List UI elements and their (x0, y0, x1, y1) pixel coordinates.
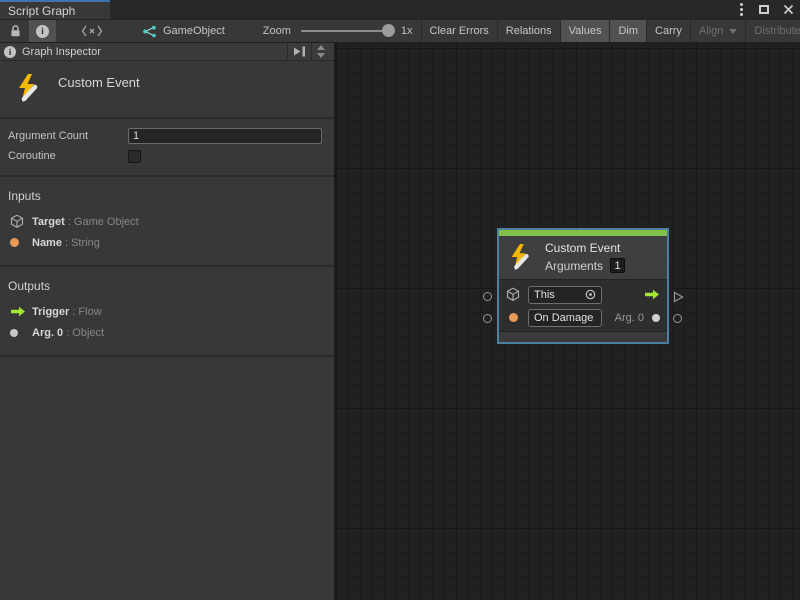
dropdown-caret-icon (729, 29, 737, 34)
zoom-label: Zoom (263, 25, 291, 37)
node-footer (499, 331, 667, 342)
carry-button[interactable]: Carry (646, 20, 690, 42)
inspector-empty-area (0, 357, 334, 600)
close-icon[interactable] (781, 0, 796, 19)
node-body: This On Damage Arg. 0 (499, 279, 667, 331)
output-row-arg0: Arg. 0 : Object (0, 322, 334, 343)
scroll-down-icon[interactable] (317, 53, 325, 58)
graph-inspector-header: i Graph Inspector (0, 43, 334, 61)
relations-button[interactable]: Relations (497, 20, 560, 42)
gameobject-label: GameObject (163, 25, 225, 37)
flow-arrow-icon (10, 306, 32, 317)
node-row-name: On Damage Arg. 0 (499, 306, 667, 329)
graph-inspector-title: Graph Inspector (22, 46, 287, 58)
input-row-name: Name : String (0, 232, 334, 253)
gameobject-graph-icon (142, 25, 157, 38)
custom-event-icon (507, 243, 533, 271)
gameobject-reference[interactable]: GameObject (132, 20, 235, 42)
scroll-up-icon[interactable] (317, 45, 325, 50)
coroutine-checkbox[interactable] (128, 150, 141, 163)
script-graph-window: Script Graph i GameObject (0, 0, 800, 600)
outputs-title: Outputs (0, 275, 334, 301)
graph-canvas[interactable]: Custom Event Arguments 1 This (336, 43, 800, 600)
gameobject-cube-icon (506, 287, 520, 302)
align-button: Align (690, 20, 745, 42)
info-toggle-icon[interactable]: i (29, 20, 56, 42)
code-view-icon[interactable] (74, 20, 110, 42)
inputs-section: Inputs Target : Game Object Name : Strin… (0, 177, 334, 267)
dock-panel-icon[interactable] (287, 43, 311, 60)
input-row-target: Target : Game Object (0, 211, 334, 232)
unit-header: Custom Event (0, 61, 334, 119)
window-menu-icon[interactable] (736, 0, 747, 19)
graph-inspector-panel: i Graph Inspector Custom Event (0, 43, 336, 600)
external-output-port[interactable] (673, 314, 682, 323)
string-port-dot (10, 238, 32, 247)
custom-event-node[interactable]: Custom Event Arguments 1 This (497, 228, 669, 344)
string-port-dot[interactable] (509, 313, 518, 322)
output-row-trigger: Trigger : Flow (0, 301, 334, 322)
arg0-port-dot[interactable] (652, 314, 660, 322)
gameobject-cube-icon (10, 214, 32, 229)
external-flow-port[interactable] (673, 291, 684, 303)
graph-toolbar: i GameObject Zoom 1x Clear Errors Relati… (0, 19, 800, 43)
external-input-port-bottom[interactable] (483, 314, 492, 323)
coroutine-label: Coroutine (8, 150, 128, 162)
node-title: Custom Event (545, 241, 625, 256)
argument-count-field[interactable]: 1 (128, 128, 322, 144)
custom-event-icon (14, 73, 42, 103)
tab-bar: Script Graph (0, 0, 800, 19)
zoom-value: 1x (401, 25, 413, 37)
values-button[interactable]: Values (560, 20, 610, 42)
lock-icon[interactable] (2, 20, 29, 42)
trigger-flow-port[interactable] (644, 289, 660, 300)
dim-button[interactable]: Dim (609, 20, 646, 42)
inputs-title: Inputs (0, 185, 334, 211)
maximize-icon[interactable] (757, 0, 771, 19)
distribute-button: Distribute (745, 20, 800, 42)
zoom-slider-handle[interactable] (382, 24, 395, 37)
arg0-label: Arg. 0 (615, 312, 644, 324)
node-row-target: This (499, 283, 667, 306)
info-icon: i (4, 46, 16, 58)
arguments-value-field[interactable]: 1 (610, 258, 625, 273)
clear-errors-button[interactable]: Clear Errors (421, 20, 497, 42)
object-picker-icon[interactable] (585, 289, 596, 300)
external-input-port-top[interactable] (483, 292, 492, 301)
zoom-slider[interactable] (301, 30, 393, 32)
tab-script-graph[interactable]: Script Graph (0, 0, 110, 19)
window-controls (736, 0, 796, 19)
arguments-label: Arguments (545, 259, 603, 273)
node-header[interactable]: Custom Event Arguments 1 (499, 236, 667, 279)
event-name-field[interactable]: On Damage (528, 309, 602, 327)
argument-count-label: Argument Count (8, 130, 128, 142)
target-this-dropdown[interactable]: This (528, 286, 602, 304)
tab-title: Script Graph (8, 4, 75, 18)
panel-scroll-arrows[interactable] (311, 43, 330, 60)
zoom-control: Zoom 1x (263, 20, 413, 42)
unit-title: Custom Event (58, 75, 140, 90)
unit-fields: Argument Count 1 Coroutine (0, 119, 334, 177)
outputs-section: Outputs Trigger : Flow Arg. 0 : Object (0, 267, 334, 357)
object-port-dot (10, 329, 32, 337)
